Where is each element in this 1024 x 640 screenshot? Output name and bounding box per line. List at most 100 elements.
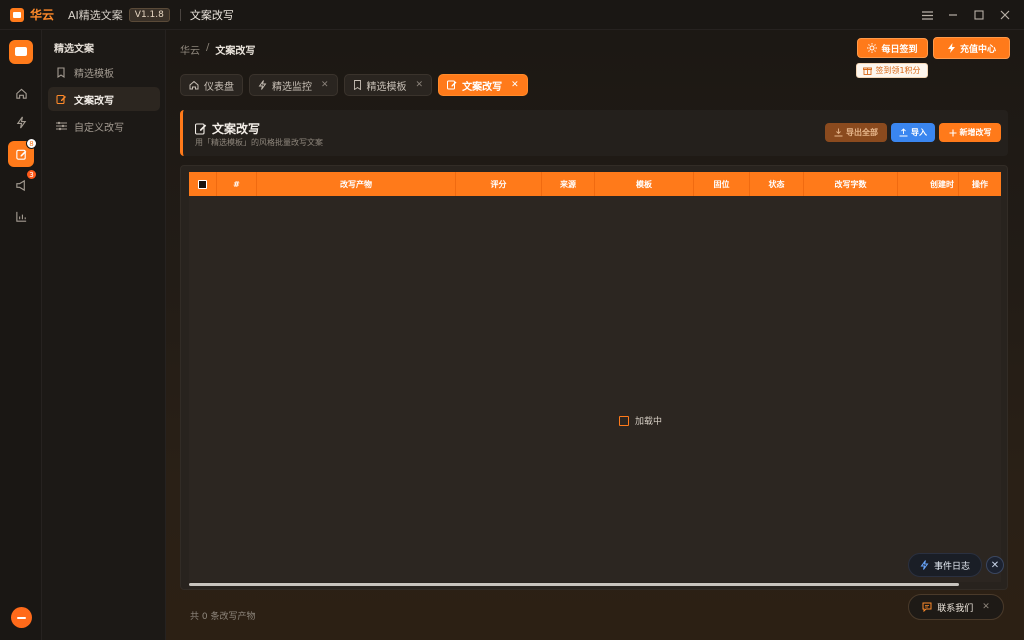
- column-header: 改写字数: [804, 172, 898, 196]
- home-icon: [189, 80, 199, 90]
- edit-icon: [447, 80, 457, 90]
- subnav-item-rewrite[interactable]: 文案改写: [48, 87, 160, 111]
- column-header: 评分: [456, 172, 542, 196]
- edit-icon: [15, 149, 26, 160]
- rail-badge-broadcast: 3: [26, 169, 37, 180]
- recharge-label: 充值中心: [959, 44, 996, 55]
- version-badge: V1.1.8: [128, 7, 170, 22]
- export-all-button[interactable]: 导出全部: [825, 123, 887, 142]
- rail-item-monitor[interactable]: [8, 109, 34, 135]
- title-bar: 华云 AI精选文案 V1.1.8 文案改写: [0, 0, 1024, 30]
- column-header: 固位: [694, 172, 750, 196]
- select-all-checkbox[interactable]: [198, 179, 207, 189]
- panel-title-text: 文案改写: [212, 122, 261, 136]
- column-header: 创建时: [898, 172, 959, 196]
- bookmark-icon: [353, 80, 361, 90]
- bookmark-icon: [56, 66, 68, 78]
- close-icon[interactable]: ✕: [511, 80, 519, 90]
- edit-icon: [56, 94, 68, 105]
- breadcrumb: 华云 / 文案改写: [180, 42, 255, 57]
- menu-icon[interactable]: [914, 0, 940, 30]
- edit-icon: [195, 122, 207, 135]
- checkin-label: 每日签到: [881, 44, 918, 55]
- column-header: #: [217, 172, 257, 196]
- title-divider: [179, 8, 181, 21]
- record-count: 共 0 条改写产物: [190, 612, 256, 622]
- subnav-item-label: 文案改写: [74, 95, 114, 107]
- minimize-icon[interactable]: [940, 0, 966, 30]
- import-button[interactable]: 导入: [891, 123, 935, 142]
- breadcrumb-separator: /: [206, 42, 210, 53]
- select-all-checkbox-cell[interactable]: [189, 172, 217, 196]
- subnav-title: 精选文案: [54, 44, 94, 55]
- tab-bar: 仪表盘 精选监控 ✕ 精选模板 ✕ 文案改写 ✕: [180, 74, 528, 96]
- bolt-icon: [258, 80, 267, 90]
- megaphone-icon: [15, 179, 25, 191]
- contact-label: 联系我们: [937, 603, 974, 614]
- rail-item-rewrite[interactable]: 8: [8, 138, 37, 167]
- window-controls: [914, 0, 1018, 30]
- tab-templates[interactable]: 精选模板 ✕: [343, 74, 433, 96]
- download-icon: [834, 128, 843, 137]
- table-body: 加载中: [189, 196, 1001, 582]
- tab-label: 文案改写: [462, 81, 503, 93]
- bolt-icon: [920, 560, 929, 570]
- chat-icon: [922, 602, 932, 612]
- chart-icon: [15, 211, 26, 222]
- tab-monitor[interactable]: 精选监控 ✕: [249, 74, 338, 96]
- column-header: 来源: [542, 172, 595, 196]
- rail-item-stats[interactable]: [8, 203, 34, 229]
- column-header: 状态: [750, 172, 804, 196]
- tab-label: 仪表盘: [204, 81, 234, 93]
- breadcrumb-current: 文案改写: [215, 46, 256, 57]
- horizontal-scrollbar[interactable]: [189, 583, 959, 586]
- sun-icon: [867, 43, 878, 53]
- close-icon[interactable]: ✕: [321, 80, 329, 90]
- rail-logo-icon: [9, 40, 33, 64]
- rail-item-broadcast[interactable]: 3: [8, 169, 37, 198]
- sub-sidebar: 精选文案 精选模板 文案改写 自定义改写: [42, 30, 166, 640]
- daily-checkin-button[interactable]: 每日签到: [857, 38, 928, 58]
- event-log-button[interactable]: 事件日志: [908, 553, 982, 577]
- checkin-tooltip: 签到领1积分: [856, 63, 928, 78]
- subnav-item-custom[interactable]: 自定义改写: [48, 114, 160, 138]
- app-logo-icon: [10, 7, 24, 22]
- loading-spinner-icon: [619, 415, 629, 426]
- collapse-button[interactable]: [11, 607, 32, 628]
- rail-item-home[interactable]: [8, 80, 34, 106]
- tab-rewrite[interactable]: 文案改写 ✕: [438, 74, 528, 96]
- sliders-icon: [56, 121, 68, 131]
- tab-dashboard[interactable]: 仪表盘: [180, 74, 243, 96]
- home-icon: [15, 88, 27, 99]
- subnav-item-templates[interactable]: 精选模板: [48, 60, 160, 84]
- recharge-button[interactable]: 充值中心: [933, 37, 1010, 59]
- breadcrumb-root[interactable]: 华云: [180, 42, 200, 57]
- plus-icon: [949, 129, 956, 136]
- event-log-close-icon[interactable]: ✕: [986, 556, 1004, 574]
- close-window-icon[interactable]: [992, 0, 1018, 30]
- bolt-icon: [947, 43, 955, 53]
- upload-icon: [899, 128, 908, 137]
- brand-name: 华云: [30, 8, 55, 22]
- main-area: 华云 / 文案改写 每日签到 充值中心 签到领1积分 仪表盘 精选监控 ✕ 精选…: [166, 30, 1024, 640]
- column-header: 改写产物: [257, 172, 456, 196]
- close-icon[interactable]: ✕: [982, 602, 990, 612]
- import-label: 导入: [911, 128, 927, 137]
- close-icon[interactable]: ✕: [416, 80, 424, 90]
- subnav-item-label: 自定义改写: [74, 122, 124, 134]
- loading-indicator: 加载中: [619, 414, 662, 427]
- checkin-tip-text: 签到领1积分: [875, 66, 921, 75]
- rail-badge-rewrite: 8: [26, 138, 37, 149]
- maximize-icon[interactable]: [966, 0, 992, 30]
- app-name: AI精选文案: [68, 8, 123, 22]
- new-label: 新增改写: [959, 128, 992, 137]
- export-label: 导出全部: [846, 128, 878, 137]
- column-header: 模板: [595, 172, 694, 196]
- contact-us-button[interactable]: 联系我们 ✕: [908, 594, 1004, 620]
- icon-rail: 8 3: [0, 30, 42, 640]
- bolt-icon: [16, 116, 26, 128]
- tab-label: 精选监控: [272, 81, 312, 93]
- new-rewrite-button[interactable]: 新增改写: [939, 123, 1001, 142]
- loading-text: 加载中: [635, 417, 663, 427]
- panel-header: 文案改写 用「精选模板」的风格批量改写文案 导出全部 导入 新增改写: [180, 110, 1008, 156]
